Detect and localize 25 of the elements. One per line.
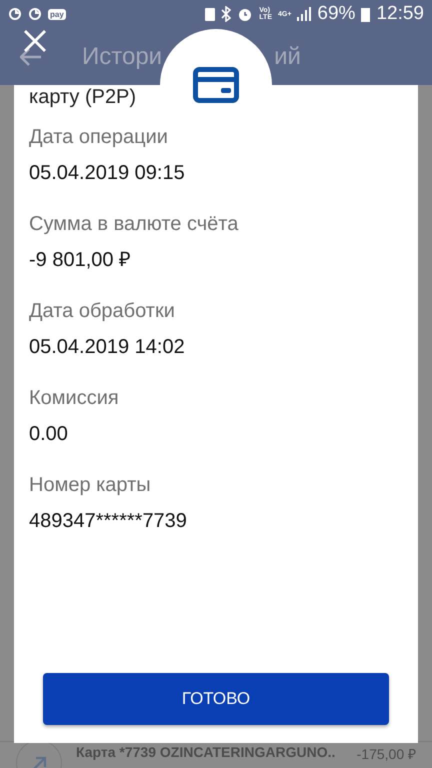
done-button[interactable]: ГОТОВО <box>43 673 389 725</box>
field-value: 489347******7739 <box>29 509 188 534</box>
bluetooth-icon <box>221 6 232 22</box>
field-value: 05.04.2019 14:02 <box>29 335 186 360</box>
operation-type: карту (P2P) <box>29 85 138 109</box>
field-label: Номер карты <box>29 473 152 498</box>
alarm-icon <box>237 6 254 22</box>
clock-time: 12:59 <box>376 3 424 25</box>
pay-badge: pay <box>48 8 66 20</box>
credit-card-icon <box>193 67 239 103</box>
field-label: Комиссия <box>29 386 120 411</box>
transaction-amount: -175,00 ₽ <box>356 745 416 763</box>
field-label: Дата обработки <box>29 299 176 324</box>
screen-title: Истори <box>82 42 162 70</box>
field-label: Дата операции <box>29 125 169 150</box>
field-value: -9 801,00 ₽ <box>29 248 132 273</box>
field-value: 05.04.2019 09:15 <box>29 161 186 186</box>
battery-percent: 69% <box>317 3 356 25</box>
transaction-title: Карта *7739 OZINCATERINGARGUNO.. <box>76 743 336 760</box>
signal-icon <box>297 7 312 21</box>
field-label: Сумма в валюте счёта <box>29 212 240 237</box>
back-arrow-icon[interactable] <box>20 48 42 66</box>
field-value: 0.00 <box>29 422 69 447</box>
close-icon[interactable] <box>24 30 46 52</box>
screen-title: ий <box>274 42 301 70</box>
